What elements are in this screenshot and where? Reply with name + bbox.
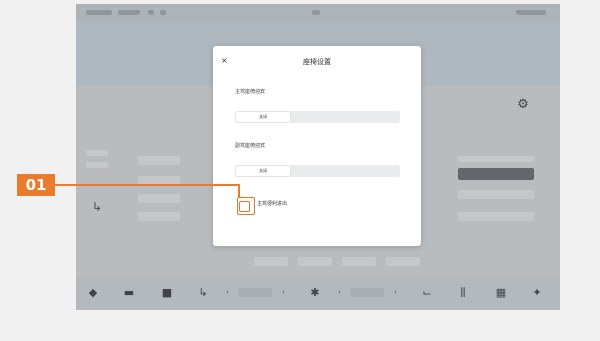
segment-option[interactable] bbox=[345, 166, 399, 176]
segment-option[interactable] bbox=[345, 112, 399, 122]
section-title: 主驾座椅迎宾 bbox=[235, 89, 266, 95]
segmented-control: 关闭 bbox=[235, 165, 400, 177]
seat-settings-dialog: × 座椅设置 主驾座椅迎宾 关闭 副驾座椅迎宾 关闭 主驾便利进出 bbox=[213, 46, 421, 246]
callout-line bbox=[55, 184, 239, 186]
dialog-title: 座椅设置 bbox=[303, 58, 331, 66]
segment-option[interactable]: 关闭 bbox=[236, 112, 291, 122]
segment-option[interactable]: 关闭 bbox=[236, 166, 291, 176]
checkbox-highlight bbox=[237, 197, 255, 215]
section-title: 副驾座椅迎宾 bbox=[235, 143, 266, 149]
page: ⚙ ↳ ◆ ▬ ■ ↳ ‹ › ✱ ‹ › ⌙ ⫼ ▦ ✦ × 座椅设置 主驾座… bbox=[0, 0, 600, 341]
checkbox-label: 主驾便利进出 bbox=[257, 201, 288, 207]
segment-option[interactable] bbox=[290, 166, 344, 176]
callout-badge: 01 bbox=[17, 174, 55, 196]
segmented-control: 关闭 bbox=[235, 111, 400, 123]
segment-option[interactable] bbox=[290, 112, 344, 122]
callout-line bbox=[238, 184, 240, 198]
